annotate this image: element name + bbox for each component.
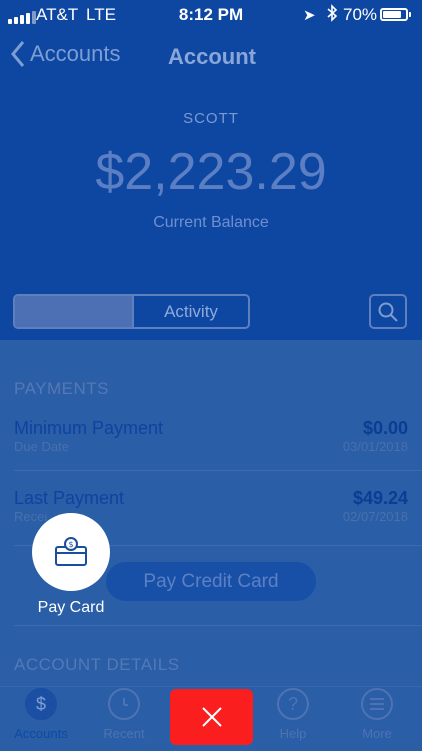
minimum-payment-date: 03/01/2018 (342, 439, 408, 454)
divider (14, 625, 422, 626)
divider (14, 470, 422, 471)
chevron-left-icon (11, 41, 25, 67)
payments-header: PAYMENTS (14, 379, 109, 398)
tab-help[interactable]: ? Help (258, 688, 328, 741)
minimum-payment-title: Minimum Payment (14, 418, 164, 438)
last-payment-value: $49.24 (352, 488, 408, 508)
account-details-header: ACCOUNT DETAILS (14, 655, 180, 674)
menu-icon (361, 688, 393, 720)
tab-more-label: More (362, 726, 392, 741)
back-label: Accounts (30, 41, 121, 66)
close-button[interactable] (170, 689, 253, 745)
account-name: SCOTT (183, 110, 239, 127)
battery-percent: 70% (343, 5, 378, 24)
page-title: Account (168, 44, 256, 69)
pay-card-fab[interactable]: $ (32, 513, 110, 591)
segmented-control: Activity (13, 294, 250, 329)
card-dollar-icon: $ (55, 537, 87, 566)
clock-icon (108, 688, 140, 720)
bluetooth-icon (326, 4, 338, 27)
location-icon: ➤ (303, 7, 316, 24)
last-payment-title: Last Payment (14, 488, 125, 508)
svg-text:$: $ (68, 540, 73, 549)
tab-help-label: Help (279, 726, 307, 741)
pay-card-label: Pay Card (37, 599, 105, 616)
last-payment-date: 02/07/2018 (342, 509, 408, 524)
search-button[interactable] (369, 294, 407, 329)
tab-recent[interactable]: Recent (89, 688, 159, 741)
search-icon (378, 302, 398, 322)
tab-accounts[interactable]: $ Accounts (6, 688, 76, 741)
back-button[interactable]: Accounts (10, 40, 121, 68)
tab-recent-label: Recent (103, 726, 145, 741)
close-icon (201, 707, 222, 727)
current-balance: $2,223.29 (95, 143, 327, 201)
segment-activity[interactable]: Activity (132, 296, 248, 327)
question-icon: ? (277, 688, 309, 720)
status-bar: AT&T LTE 8:12 PM ➤ 70% (0, 0, 422, 30)
tab-more[interactable]: More (342, 688, 412, 741)
pay-credit-card-button[interactable]: Pay Credit Card (106, 562, 316, 601)
segment-overview[interactable] (15, 296, 132, 327)
tab-accounts-label: Accounts (14, 726, 68, 741)
dollar-coin-icon: $ (25, 688, 57, 720)
balance-label: Current Balance (153, 214, 269, 231)
last-payment-subtitle: Recei (14, 509, 48, 524)
minimum-payment-value: $0.00 (362, 418, 408, 438)
battery-icon (380, 8, 411, 21)
minimum-payment-subtitle: Due Date (14, 439, 69, 454)
